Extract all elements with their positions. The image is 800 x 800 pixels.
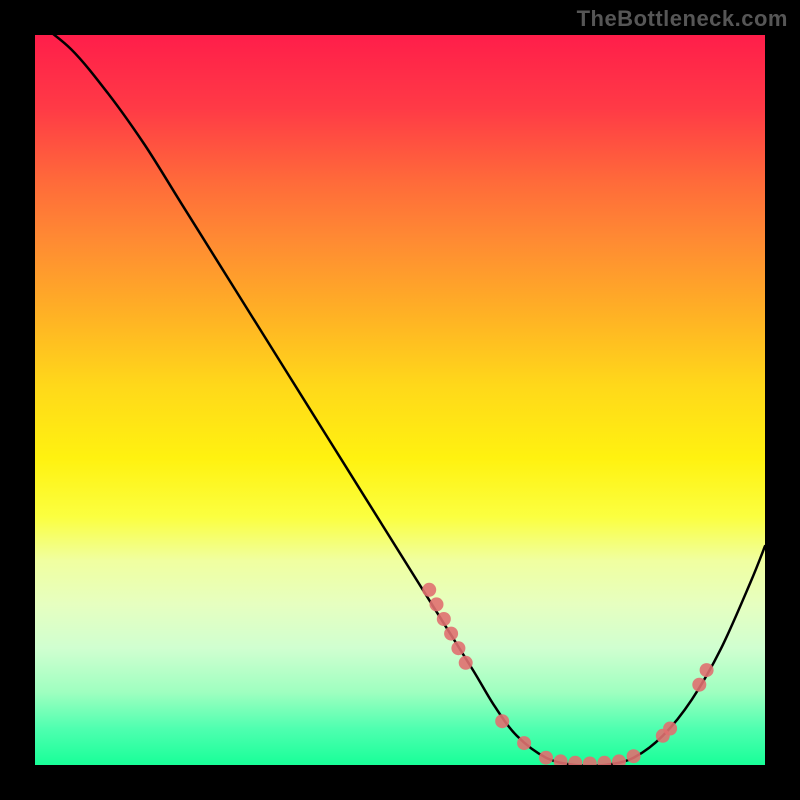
curve-svg <box>35 35 765 765</box>
marker-point <box>583 757 597 766</box>
marker-point <box>568 756 582 765</box>
marker-point <box>517 736 531 750</box>
marker-point <box>422 583 436 597</box>
marker-point <box>554 754 568 765</box>
marker-point <box>663 722 677 736</box>
marker-point <box>612 754 626 765</box>
plot-area <box>35 35 765 765</box>
marker-point <box>495 714 509 728</box>
marker-point <box>437 612 451 626</box>
curve-markers <box>422 583 713 765</box>
marker-point <box>451 641 465 655</box>
chart-container: TheBottleneck.com <box>0 0 800 800</box>
marker-point <box>539 751 553 765</box>
marker-point <box>430 597 444 611</box>
marker-point <box>444 627 458 641</box>
attribution-text: TheBottleneck.com <box>577 6 788 32</box>
marker-point <box>459 656 473 670</box>
marker-point <box>597 756 611 765</box>
marker-point <box>627 749 641 763</box>
bottleneck-curve <box>35 35 765 765</box>
marker-point <box>700 663 714 677</box>
marker-point <box>692 678 706 692</box>
